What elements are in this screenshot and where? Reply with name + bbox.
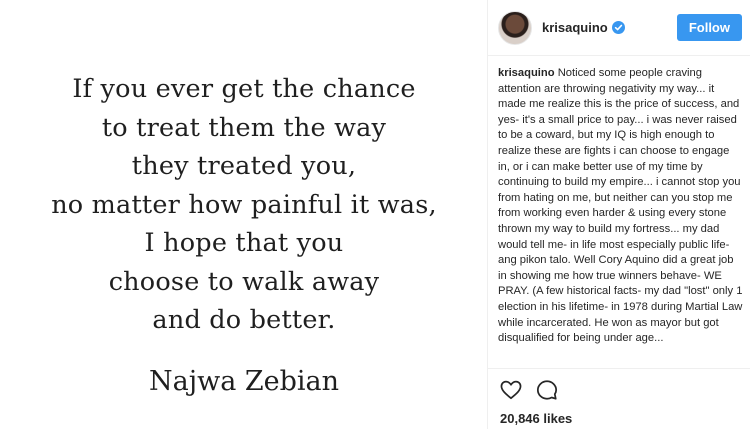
verified-badge-icon bbox=[611, 21, 625, 34]
post-image[interactable]: If you ever get the chance to treat them… bbox=[0, 0, 488, 429]
username-link[interactable]: krisaquino bbox=[542, 20, 608, 35]
post-header: krisaquino Follow bbox=[488, 0, 750, 56]
quote-text: If you ever get the chance to treat them… bbox=[0, 70, 488, 340]
instagram-post: If you ever get the chance to treat them… bbox=[0, 0, 750, 429]
quote-line: and do better. bbox=[152, 305, 336, 335]
avatar[interactable] bbox=[498, 10, 532, 45]
follow-button[interactable]: Follow bbox=[676, 14, 742, 41]
comment-icon[interactable] bbox=[536, 379, 558, 401]
quote-line: no matter how painful it was, bbox=[51, 189, 437, 220]
caption-text: Noticed some people craving attention ar… bbox=[498, 67, 743, 345]
post-caption: krisaquino Noticed some people craving a… bbox=[498, 66, 744, 366]
quote-line: to treat them the way bbox=[101, 112, 387, 143]
post-sidebar: krisaquino Follow krisaquino Noticed som… bbox=[488, 0, 750, 429]
action-icons bbox=[500, 379, 738, 401]
quote-line: If you ever get the chance bbox=[72, 74, 416, 104]
post-actions: 20,846 likes bbox=[488, 368, 750, 426]
quote-line: choose to walk away bbox=[108, 266, 380, 297]
heart-icon[interactable] bbox=[500, 380, 522, 400]
likes-count[interactable]: 20,846 likes bbox=[500, 411, 738, 426]
quote-line: they treated you, bbox=[131, 151, 357, 181]
caption-username[interactable]: krisaquino bbox=[498, 67, 555, 79]
quote-line: I hope that you bbox=[144, 228, 344, 258]
quote-author: Najwa Zebian bbox=[148, 366, 340, 397]
